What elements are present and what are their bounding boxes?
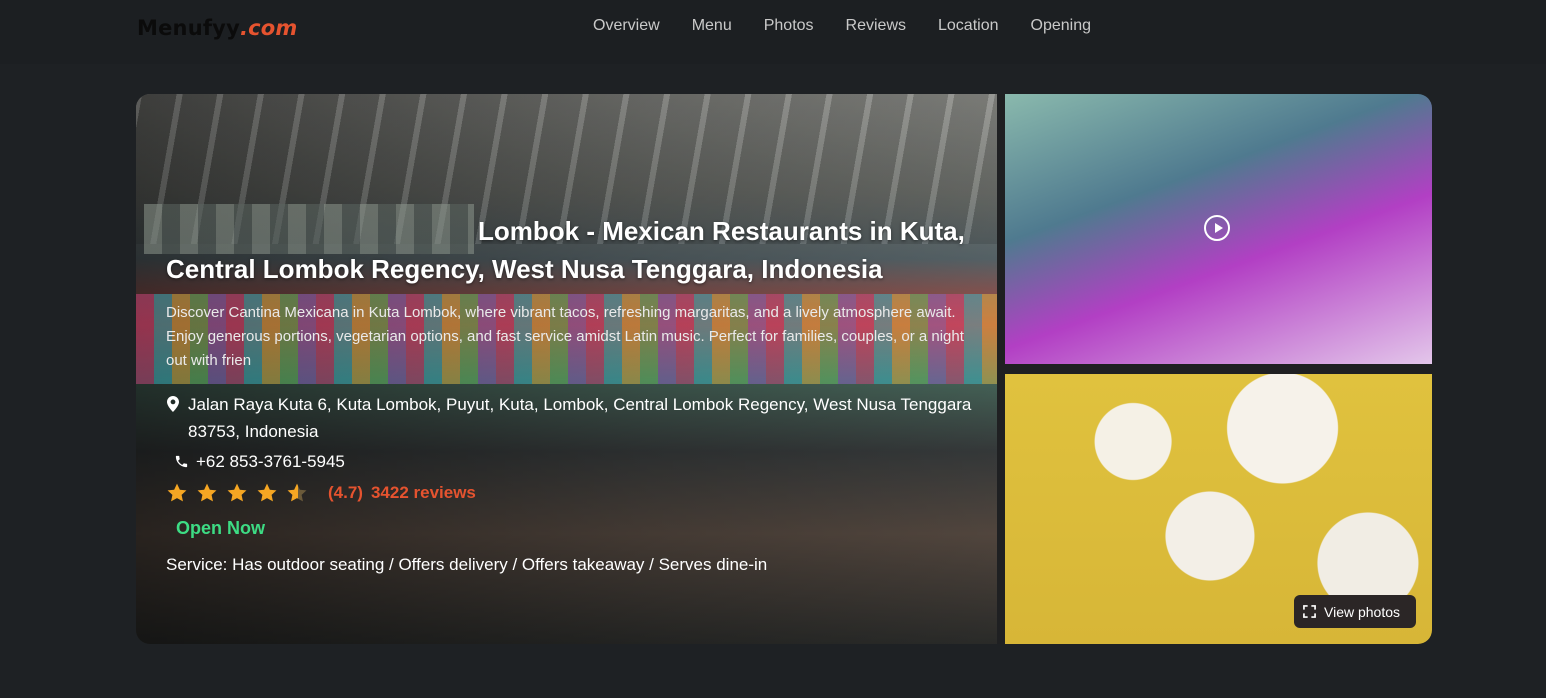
star-half-icon — [287, 483, 307, 502]
view-photos-label: View photos — [1324, 603, 1401, 620]
restaurant-description: Discover Cantina Mexicana in Kuta Lombok… — [166, 304, 964, 369]
nav-photos[interactable]: Photos — [764, 17, 814, 35]
status-badge: Open Now — [176, 518, 265, 538]
map-pin-icon — [166, 396, 182, 412]
nav-opening[interactable]: Opening — [1031, 17, 1092, 35]
gallery-divider — [997, 94, 1005, 644]
restaurant-info: Lombok - Mexican Restaurants in Kuta, Ce… — [166, 212, 976, 575]
page-title: Lombok - Mexican Restaurants in Kuta, Ce… — [166, 212, 976, 288]
nav-overview[interactable]: Overview — [593, 17, 660, 35]
gallery-divider — [1005, 364, 1432, 374]
address-text: Jalan Raya Kuta 6, Kuta Lombok, Puyut, K… — [188, 395, 972, 441]
star-icon — [167, 483, 187, 502]
nav-location[interactable]: Location — [938, 17, 999, 35]
star-icon — [227, 483, 247, 502]
star-icon — [257, 483, 277, 502]
service-options: Service: Has outdoor seating / Offers de… — [166, 555, 768, 574]
section-nav: Overview Menu Photos Reviews Location Op… — [593, 17, 1091, 35]
expand-icon — [1303, 605, 1316, 618]
phone-row[interactable]: +62 853-3761-5945 — [166, 452, 976, 472]
logo-tld: .com — [239, 16, 298, 40]
site-logo[interactable]: Menufyy.com — [137, 16, 298, 40]
review-count-link[interactable]: 3422 reviews — [371, 483, 476, 503]
view-photos-button[interactable]: View photos — [1294, 595, 1416, 628]
restaurant-title: Lombok - Mexican Restaurants in Kuta, Ce… — [166, 216, 965, 284]
rating-value: (4.7) — [328, 483, 363, 502]
rating-row: (4.7) 3422 reviews — [166, 482, 976, 504]
logo-brand: Menufyy — [137, 16, 240, 40]
address-row: Jalan Raya Kuta 6, Kuta Lombok, Puyut, K… — [166, 391, 976, 445]
phone-icon — [174, 454, 190, 470]
nav-reviews[interactable]: Reviews — [846, 17, 906, 35]
play-icon[interactable] — [1204, 215, 1230, 241]
star-icon — [197, 483, 217, 502]
nav-menu[interactable]: Menu — [692, 17, 732, 35]
top-navbar: Menufyy.com Overview Menu Photos Reviews… — [0, 0, 1546, 64]
phone-number[interactable]: +62 853-3761-5945 — [196, 452, 345, 472]
